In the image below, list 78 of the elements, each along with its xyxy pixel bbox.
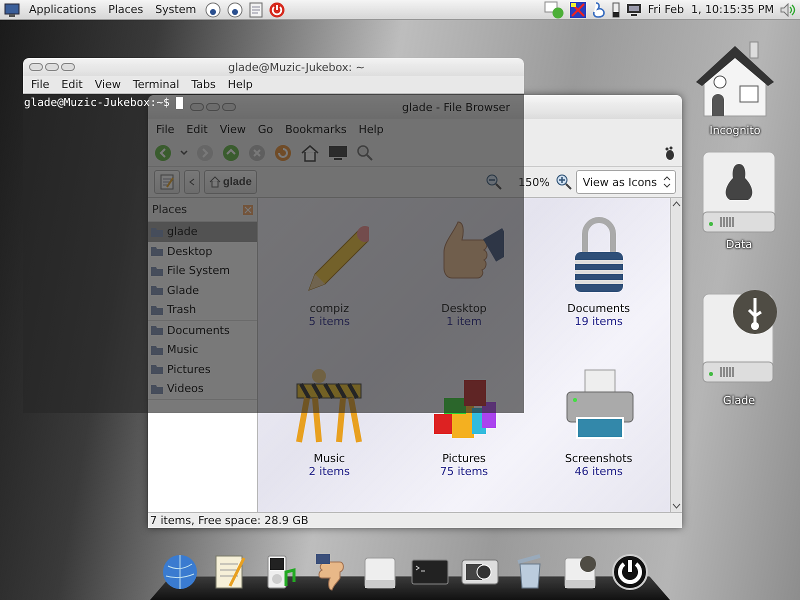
sidebar-item[interactable]: File System <box>148 261 257 280</box>
menu-item[interactable]: Edit <box>57 78 87 91</box>
folder-icon <box>151 304 163 315</box>
menu-item[interactable]: Edit <box>182 122 212 136</box>
folder-icon <box>151 384 163 394</box>
sidebar-item[interactable]: Pictures <box>148 360 257 379</box>
desktop-icon-label[interactable]: Glade <box>722 394 756 407</box>
folder-icon <box>151 325 163 336</box>
sidebar-item[interactable]: glade <box>148 222 257 242</box>
zoom-in-icon[interactable] <box>556 174 572 190</box>
scrollbar[interactable] <box>670 198 682 512</box>
menu-item[interactable]: Help <box>354 122 388 136</box>
folder-icon <box>151 344 163 355</box>
sidebar-item[interactable]: Videos <box>148 379 257 398</box>
panel-menu[interactable]: Applications <box>26 3 100 16</box>
sidebar-item[interactable]: Music <box>148 340 257 360</box>
menu-item[interactable]: File <box>27 78 54 91</box>
menu-item[interactable]: View <box>90 78 125 91</box>
item-count: 1 item <box>446 315 482 328</box>
globe-icon[interactable] <box>160 552 200 592</box>
tile-icon[interactable] <box>570 2 586 18</box>
sidebar-header[interactable]: Places <box>152 203 187 216</box>
network-icon[interactable] <box>626 2 642 16</box>
power-icon[interactable] <box>610 552 650 592</box>
menu-item[interactable]: Bookmarks <box>281 122 351 136</box>
menu-item[interactable]: Tabs <box>187 78 220 91</box>
item-count: 19 items <box>574 315 623 328</box>
item-name[interactable]: compiz <box>310 302 349 315</box>
item-name[interactable]: Desktop <box>441 302 487 315</box>
window-title: glade - File Browser <box>401 100 511 114</box>
status-bar: 7 items, Free space: 28.9 GB <box>148 512 682 528</box>
home-icon <box>209 176 221 188</box>
edit-location-button[interactable] <box>154 170 180 194</box>
footprint-icon <box>664 146 676 160</box>
eye-icon[interactable] <box>205 2 222 18</box>
panel-menu[interactable]: Places <box>105 3 146 16</box>
item-name[interactable]: Music <box>314 452 345 465</box>
desktop-icon-label[interactable]: Incognito <box>709 124 761 137</box>
spinner-arrows-icon <box>663 176 671 188</box>
window-control[interactable] <box>29 63 43 71</box>
home-icon[interactable] <box>300 144 320 162</box>
menu-item[interactable]: Help <box>224 78 257 91</box>
sidebar-item[interactable]: Desktop <box>148 242 257 261</box>
folder-icon <box>151 266 163 276</box>
folder-icon <box>151 364 163 374</box>
view-mode-dropdown[interactable]: View as Icons <box>576 170 676 194</box>
speaker-icon[interactable] <box>780 2 796 16</box>
item-name[interactable]: Screenshots <box>565 452 632 465</box>
item-count: 5 items <box>308 315 350 328</box>
sidebar-item[interactable]: Glade <box>148 280 257 300</box>
window-control[interactable] <box>61 63 75 71</box>
document-icon[interactable] <box>249 2 264 18</box>
folder-icon <box>151 285 163 296</box>
menu-item[interactable]: View <box>216 122 250 136</box>
battery-icon[interactable] <box>612 2 620 18</box>
item-name[interactable]: Pictures <box>442 452 486 465</box>
desktop-icon-label[interactable]: Data <box>726 238 752 251</box>
sidebar-item[interactable]: Trash <box>148 300 257 320</box>
eye-icon[interactable] <box>227 2 244 18</box>
monitor-icon[interactable] <box>4 2 20 16</box>
item-count: 75 items <box>440 465 488 478</box>
item-count: 2 items <box>308 465 350 478</box>
menu-item[interactable]: Terminal <box>128 78 184 91</box>
sidebar-item[interactable]: Documents <box>148 320 257 340</box>
zoom-out-icon[interactable] <box>486 174 502 190</box>
window-title: glade@Muzic-Jukebox: ~ <box>227 60 366 74</box>
folder-icon <box>151 246 163 256</box>
item-name[interactable]: Documents <box>567 302 630 315</box>
item-count: 46 items <box>574 465 623 478</box>
notepad-icon <box>159 174 175 190</box>
chevron-left-icon <box>189 178 195 186</box>
clock[interactable]: Fri Feb 1, 10:15:35 PM <box>648 3 774 16</box>
panel-menu[interactable]: System <box>152 3 200 16</box>
shell-prompt: glade@Muzic-Jukebox:~$ <box>24 96 170 109</box>
menu-item[interactable]: File <box>152 122 178 136</box>
menu-item[interactable]: Go <box>254 122 278 136</box>
window-control[interactable] <box>45 63 59 71</box>
breadcrumb-button[interactable]: glade <box>204 170 257 194</box>
